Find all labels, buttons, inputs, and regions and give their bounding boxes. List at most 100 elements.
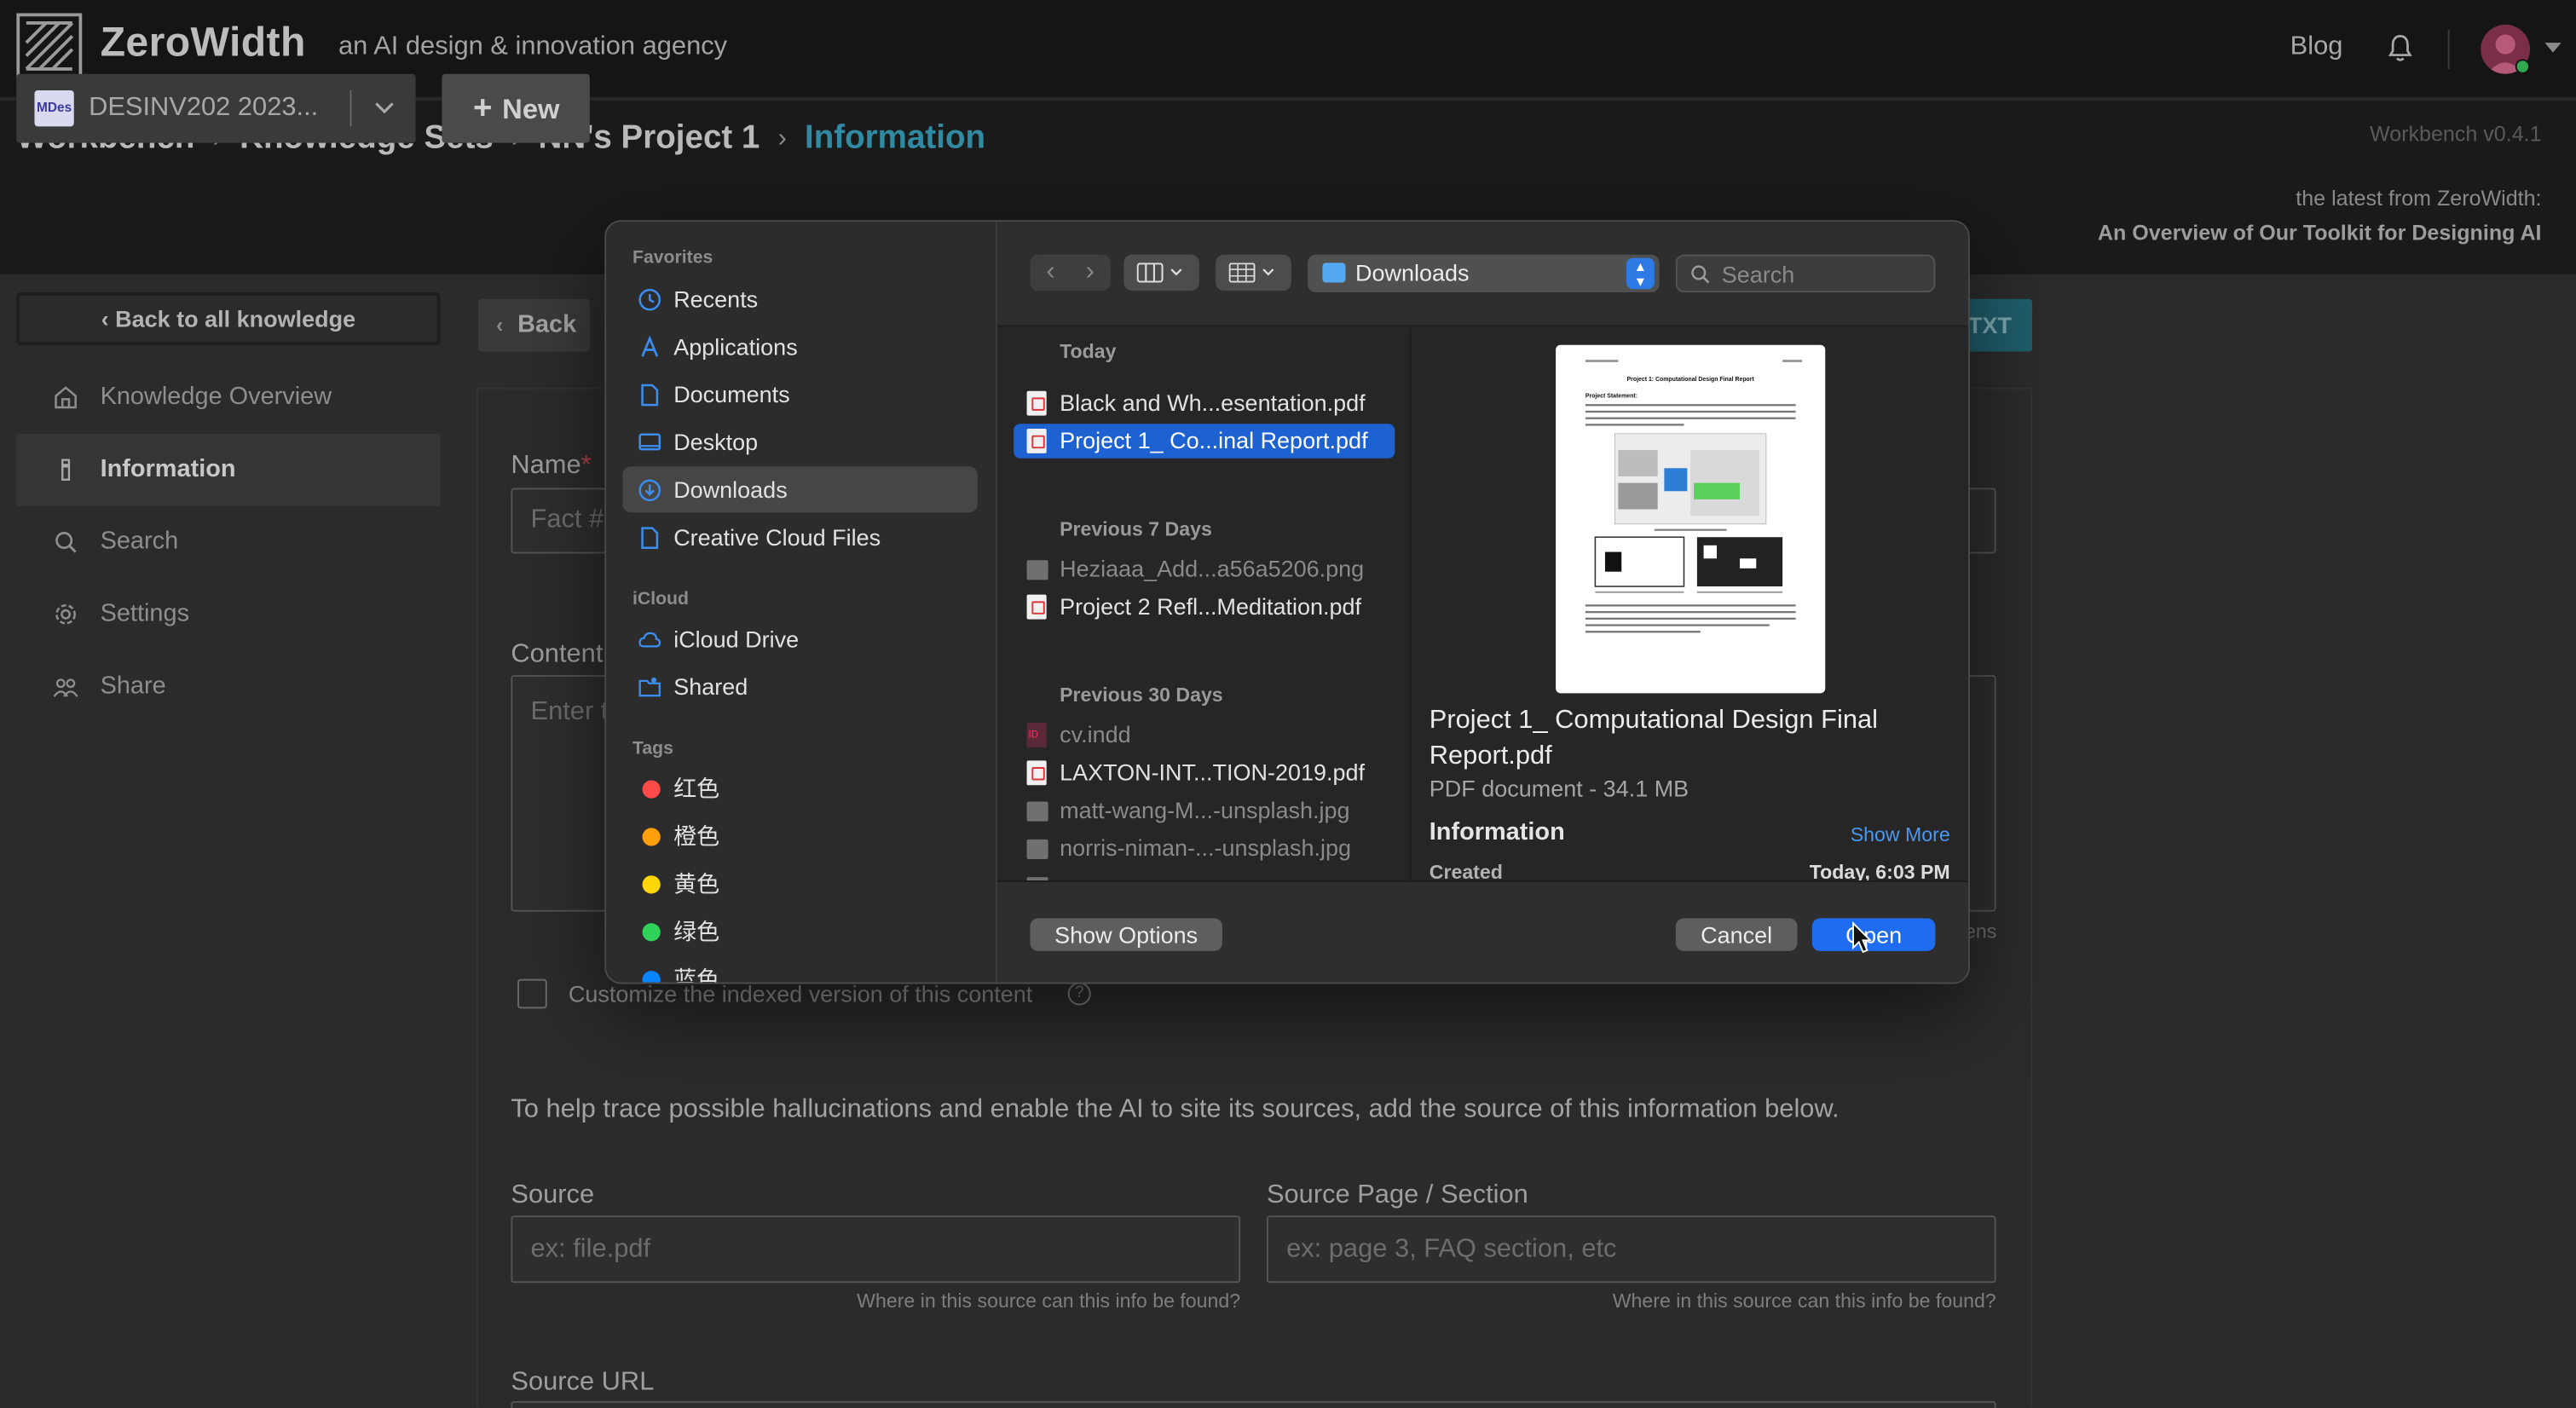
group-button[interactable]: [1216, 254, 1291, 291]
orange-dot-icon: [642, 828, 661, 846]
up-down-chevron-icon: ▲ ▼: [1626, 257, 1655, 290]
content-label: Content: [511, 640, 604, 669]
tag-blue[interactable]: 蓝色: [622, 956, 977, 983]
preview-info-heading: Information: [1429, 817, 1565, 846]
chevron-left-icon: ‹: [496, 312, 504, 338]
cancel-button[interactable]: Cancel: [1675, 918, 1798, 951]
txt-button-label: TXT: [1967, 312, 2012, 339]
plus-icon: +: [473, 90, 493, 127]
source-input[interactable]: ex: file.pdf: [511, 1215, 1241, 1284]
download-icon: [638, 479, 661, 502]
grid-icon: [1228, 263, 1274, 283]
latest-label: the latest from ZeroWidth:: [2296, 185, 2542, 211]
tag-red[interactable]: 红色: [622, 765, 977, 811]
latest-title[interactable]: An Overview of Our Toolkit for Designing…: [2098, 220, 2542, 245]
sidebar-item-creative-cloud[interactable]: Creative Cloud Files: [622, 514, 977, 560]
sidebar-item-label: Documents: [673, 381, 790, 407]
chevron-right-icon: ›: [777, 124, 787, 153]
bell-icon[interactable]: [2387, 34, 2413, 62]
created-label: Created: [1429, 860, 1503, 881]
sidebar-item-label: Applications: [673, 333, 798, 361]
search-icon: [1691, 265, 1710, 284]
pdf-file-icon: [1026, 429, 1047, 453]
sidebar-item-icloud-drive[interactable]: iCloud Drive: [622, 616, 977, 662]
brand-name[interactable]: ZeroWidth: [101, 20, 306, 67]
source-hint: Where in this source can this info be fo…: [857, 1289, 1241, 1313]
location-label: Downloads: [1355, 259, 1470, 286]
file-row[interactable]: Black and Wh...esentation.pdf: [1014, 386, 1395, 420]
source-page-input[interactable]: ex: page 3, FAQ section, etc: [1266, 1215, 1996, 1284]
group-heading-today: Today: [1060, 339, 1117, 363]
back-to-all-knowledge-button[interactable]: ‹ Back to all knowledge: [16, 292, 441, 345]
sidebar-item-label: Desktop: [673, 429, 759, 455]
doc-section: Project Statement:: [1585, 393, 1637, 399]
image-file-icon: [1026, 560, 1048, 580]
sidebar-item-desktop[interactable]: Desktop: [622, 418, 977, 465]
tag-label: 红色: [673, 775, 720, 802]
source-url-input[interactable]: [511, 1400, 1996, 1408]
sidebar-item-documents[interactable]: Documents: [622, 372, 977, 418]
dialog-toolbar: ‹ › Downloads ▲ ▼ Search: [996, 222, 1968, 327]
sidebar-item-knowledge-overview[interactable]: Knowledge Overview: [16, 361, 440, 434]
chevron-down-icon[interactable]: [373, 95, 396, 118]
breadcrumb-current: Information: [805, 119, 986, 157]
tags-heading: Tags: [632, 739, 673, 759]
file-name: LAXTON-INT...TION-2019.pdf: [1060, 759, 1366, 786]
indesign-file-icon: [1026, 719, 1047, 753]
tag-green[interactable]: 绿色: [622, 909, 977, 955]
location-popup[interactable]: Downloads ▲ ▼: [1308, 254, 1660, 293]
sidebar-item-recents[interactable]: Recents: [622, 276, 977, 322]
file-row[interactable]: LAXTON-INT...TION-2019.pdf: [1014, 756, 1395, 790]
image-file-icon: [1026, 839, 1048, 859]
file-name: norris-niman-...-unsplash.jpg: [1060, 834, 1352, 861]
project-select[interactable]: MDes DESINV202 2023...: [16, 73, 416, 143]
show-options-button[interactable]: Show Options: [1030, 918, 1222, 951]
sidebar-item-settings[interactable]: Settings: [16, 578, 440, 650]
sidebar-item-share[interactable]: Share: [16, 650, 440, 723]
file-row-selected[interactable]: Project 1_ Co...inal Report.pdf: [1014, 424, 1395, 459]
sidebar-item-applications[interactable]: Applications: [622, 324, 977, 370]
chevron-down-icon[interactable]: [2544, 43, 2562, 53]
zerowidth-logo-icon[interactable]: [16, 13, 83, 79]
file-row[interactable]: Project 2 Refl...Meditation.pdf: [1014, 590, 1395, 624]
file-preview-pane: Project 1: Computational Design Final Re…: [1412, 328, 1968, 881]
new-button[interactable]: + New: [442, 73, 590, 143]
group-heading-previous-30-days: Previous 30 Days: [1060, 683, 1223, 707]
tag-orange[interactable]: 橙色: [622, 813, 977, 859]
blog-link[interactable]: Blog: [2290, 33, 2343, 63]
file-name: Project 2 Refl...Meditation.pdf: [1060, 592, 1362, 620]
sidebar-item-downloads[interactable]: Downloads: [622, 466, 978, 513]
sidebar-item-shared[interactable]: Shared: [622, 664, 977, 710]
sidebar-item-search[interactable]: Search: [16, 506, 440, 579]
name-label-text: Name: [511, 452, 581, 480]
created-value: Today, 6:03 PM: [1809, 860, 1950, 881]
back-button[interactable]: ‹ Back: [477, 298, 590, 352]
search-input[interactable]: Search: [1675, 254, 1936, 293]
file-name: matt-wang-M...-unsplash.jpg: [1060, 796, 1350, 823]
favorites-heading: Favorites: [632, 248, 713, 268]
image-file-icon: [1026, 801, 1048, 822]
customize-label[interactable]: Customize the indexed version of this co…: [569, 981, 1032, 1007]
file-list-column: Today Black and Wh...esentation.pdf Proj…: [997, 328, 1412, 881]
sidebar-item-label: Settings: [100, 599, 190, 628]
preview-file-title: Project 1_ Computational Design Final Re…: [1429, 706, 1878, 770]
chevron-right-icon[interactable]: ›: [1071, 255, 1109, 291]
help-icon[interactable]: ?: [1067, 982, 1091, 1006]
nav-divider: [2447, 29, 2450, 69]
file-name: Project 1_ Co...inal Report.pdf: [1060, 427, 1368, 453]
chevron-left-icon[interactable]: ‹: [1031, 255, 1069, 291]
source-page-label: Source Page / Section: [1266, 1180, 1528, 1209]
file-name: cv.indd: [1060, 721, 1131, 747]
sidebar-item-label: iCloud Drive: [673, 626, 800, 653]
sidebar-item-information[interactable]: Information: [16, 433, 441, 506]
view-columns-button[interactable]: [1123, 254, 1199, 291]
sidebar-item-label: Creative Cloud Files: [673, 523, 881, 551]
open-button[interactable]: Open: [1811, 918, 1936, 951]
show-more-link[interactable]: Show More: [1851, 823, 1950, 846]
tag-yellow[interactable]: 黄色: [622, 861, 977, 907]
document-icon: [641, 384, 659, 407]
brand-tagline: an AI design & innovation agency: [338, 32, 728, 61]
file-row: cv.indd: [1014, 718, 1395, 753]
customize-checkbox[interactable]: [517, 978, 547, 1009]
latest-news[interactable]: the latest from ZeroWidth: An Overview o…: [2098, 181, 2542, 250]
